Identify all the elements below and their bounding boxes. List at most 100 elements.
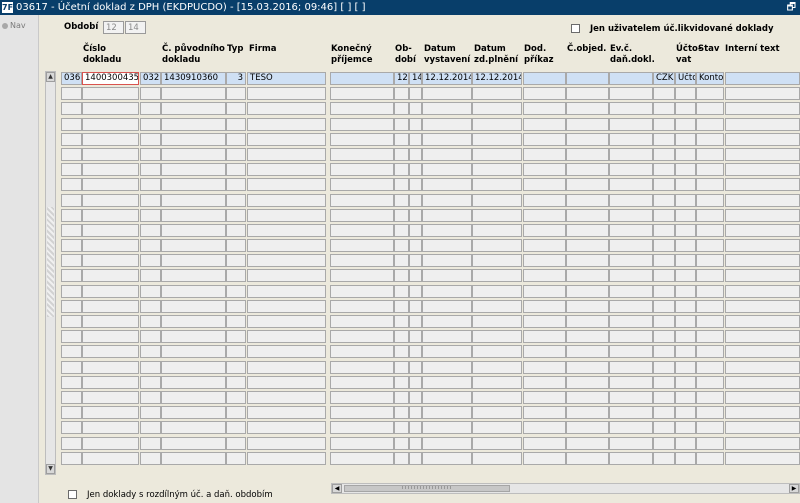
table-cell[interactable] (409, 254, 422, 268)
table-cell[interactable] (409, 375, 422, 389)
table-cell[interactable]: 3 (226, 72, 246, 85)
table-cell[interactable] (330, 72, 394, 85)
table-cell[interactable] (82, 330, 139, 344)
table-cell[interactable] (247, 163, 326, 177)
table-cell[interactable] (247, 117, 326, 131)
table-cell[interactable] (140, 421, 161, 435)
table-cell[interactable] (161, 315, 226, 328)
table-cell[interactable] (422, 436, 472, 450)
table-cell[interactable] (675, 254, 696, 268)
table-cell[interactable] (653, 223, 675, 237)
table-cell[interactable] (609, 208, 653, 222)
table-cell[interactable] (422, 208, 472, 222)
table-cell[interactable] (61, 102, 82, 116)
table-cell[interactable] (566, 87, 609, 101)
table-cell[interactable] (653, 178, 675, 192)
table-cell[interactable] (566, 284, 609, 298)
table-cell[interactable] (566, 147, 609, 161)
table-cell[interactable] (422, 315, 472, 328)
table-cell[interactable] (472, 239, 522, 253)
table-cell[interactable] (140, 239, 161, 253)
table-cell[interactable] (696, 163, 724, 177)
table-cell[interactable] (609, 360, 653, 374)
table-cell[interactable] (409, 284, 422, 298)
table-cell[interactable] (523, 163, 566, 177)
table-cell[interactable] (161, 223, 226, 237)
table-cell[interactable] (82, 390, 139, 404)
table-cell[interactable] (247, 102, 326, 116)
table-cell[interactable] (226, 87, 246, 101)
table-cell[interactable] (472, 223, 522, 237)
table-row[interactable] (60, 193, 800, 208)
table-cell[interactable] (725, 102, 800, 116)
table-cell[interactable] (472, 299, 522, 313)
table-cell[interactable] (82, 178, 139, 192)
only-user-checkbox[interactable] (571, 24, 580, 33)
table-cell[interactable] (696, 436, 724, 450)
table-cell[interactable] (566, 436, 609, 450)
table-cell[interactable] (161, 299, 226, 313)
table-cell[interactable] (140, 208, 161, 222)
scroll-down-icon[interactable]: ▼ (46, 464, 55, 474)
table-cell[interactable] (226, 345, 246, 359)
table-cell[interactable] (675, 239, 696, 253)
table-cell[interactable] (609, 375, 653, 389)
table-cell[interactable] (566, 132, 609, 146)
table-cell[interactable] (422, 390, 472, 404)
table-cell[interactable] (675, 315, 696, 328)
table-cell[interactable] (725, 299, 800, 313)
table-cell[interactable] (140, 284, 161, 298)
table-cell[interactable] (696, 208, 724, 222)
table-row[interactable] (60, 253, 800, 268)
table-cell[interactable] (161, 178, 226, 192)
table-cell[interactable] (566, 451, 609, 465)
table-cell[interactable] (409, 345, 422, 359)
table-cell[interactable] (472, 147, 522, 161)
table-cell[interactable] (523, 208, 566, 222)
table-cell[interactable] (140, 87, 161, 101)
table-cell[interactable] (609, 223, 653, 237)
table-cell[interactable] (394, 360, 409, 374)
table-cell[interactable]: CZK (653, 72, 675, 85)
table-cell[interactable] (82, 223, 139, 237)
table-cell[interactable] (696, 390, 724, 404)
table-cell[interactable] (409, 406, 422, 420)
table-cell[interactable] (82, 132, 139, 146)
table-cell[interactable] (523, 102, 566, 116)
table-cell[interactable] (472, 178, 522, 192)
table-cell[interactable] (653, 284, 675, 298)
table-cell[interactable] (82, 315, 139, 328)
table-cell[interactable] (140, 330, 161, 344)
table-cell[interactable] (472, 406, 522, 420)
table-cell[interactable] (226, 421, 246, 435)
table-cell[interactable] (566, 193, 609, 207)
only-diff-checkbox[interactable] (68, 490, 77, 499)
table-cell[interactable] (330, 269, 394, 283)
table-cell[interactable] (61, 360, 82, 374)
table-cell[interactable] (330, 421, 394, 435)
table-cell[interactable] (226, 117, 246, 131)
table-cell[interactable] (675, 406, 696, 420)
table-cell[interactable] (675, 223, 696, 237)
table-cell[interactable] (247, 147, 326, 161)
table-cell[interactable] (725, 345, 800, 359)
table-cell[interactable] (161, 147, 226, 161)
table-cell[interactable] (409, 102, 422, 116)
table-cell[interactable] (82, 208, 139, 222)
table-cell[interactable] (566, 208, 609, 222)
table-cell[interactable] (409, 208, 422, 222)
table-cell[interactable] (247, 451, 326, 465)
table-cell[interactable] (409, 239, 422, 253)
table-cell[interactable] (523, 330, 566, 344)
table-cell[interactable] (140, 299, 161, 313)
table-cell[interactable] (226, 315, 246, 328)
table-cell[interactable] (566, 102, 609, 116)
table-cell[interactable] (609, 87, 653, 101)
table-cell[interactable] (247, 406, 326, 420)
table-cell[interactable] (696, 223, 724, 237)
table-cell[interactable] (609, 132, 653, 146)
table-cell[interactable] (140, 178, 161, 192)
table-cell[interactable] (61, 375, 82, 389)
table-row[interactable] (60, 284, 800, 299)
table-cell[interactable] (82, 147, 139, 161)
